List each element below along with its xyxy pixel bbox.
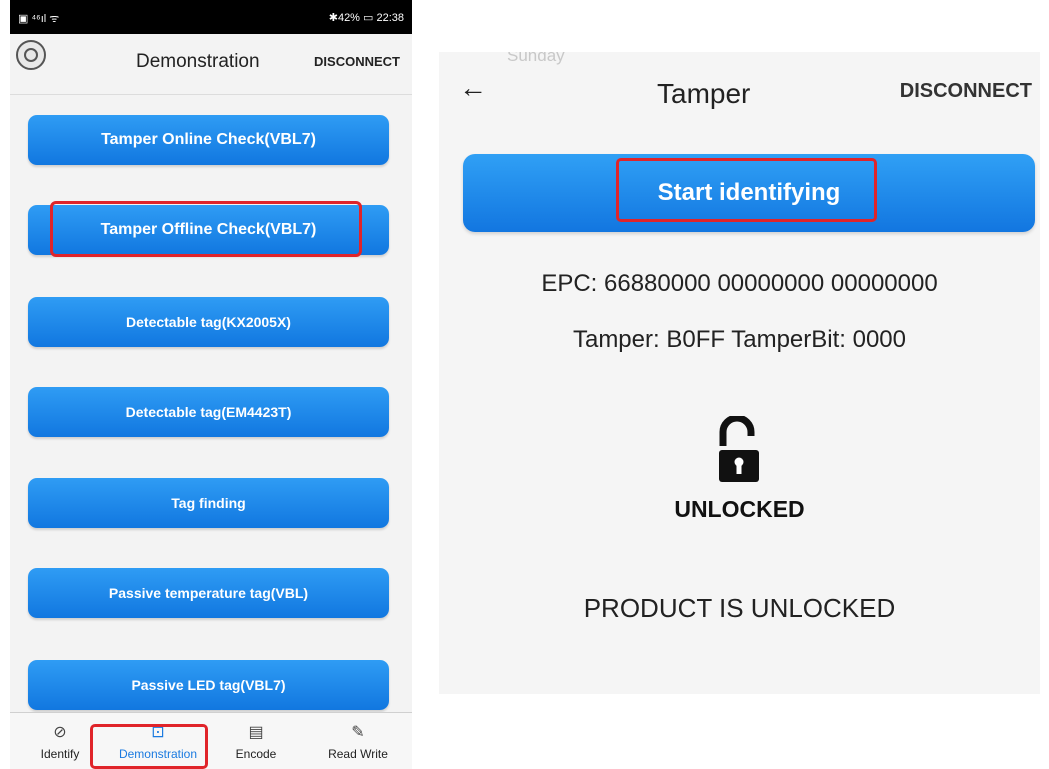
status-bar: ▣ ⁴⁶ıl ᯤ ✱42% ▭ 22:38 [10,0,412,34]
top-app-bar: Demonstration DISCONNECT [10,34,412,95]
detectable-tag-em4423t-button[interactable]: Detectable tag(EM4423T) [28,387,389,437]
tamper-online-check-button[interactable]: Tamper Online Check(VBL7) [28,115,389,165]
nav-encode-label: Encode [235,747,277,761]
passive-led-tag-button[interactable]: Passive LED tag(VBL7) [28,660,389,710]
passive-temperature-tag-button[interactable]: Passive temperature tag(VBL) [28,568,389,618]
status-bar-right: ✱42% ▭ 22:38 [328,12,404,24]
edit-icon: ✎ [351,724,365,741]
tamper-app-bar: Sunday ← Tamper DISCONNECT [439,52,1040,129]
right-phone-screen: Sunday ← Tamper DISCONNECT Start identif… [439,52,1040,694]
unlocked-padlock-icon [719,416,759,482]
nav-read-write[interactable]: ✎ Read Write [308,713,408,769]
highlight-box-demonstration-tab [90,724,208,769]
tamper-page-title: Tamper [657,78,751,109]
faded-status-text: Sunday [507,52,565,65]
disconnect-button-right[interactable]: DISCONNECT [900,80,1032,103]
app-logo-icon [16,40,46,70]
bottom-navigation: ⊘ Identify ⊡ Demonstration ▤ Encode ✎ Re… [10,712,412,769]
disconnect-button[interactable]: DISCONNECT [314,54,400,69]
encode-icon: ▤ [248,724,264,741]
detectable-tag-kx2005x-button[interactable]: Detectable tag(KX2005X) [28,297,389,347]
status-bar-left: ▣ ⁴⁶ıl ᯤ [18,13,60,25]
highlight-box-start-identifying [616,158,877,222]
product-status-text: PRODUCT IS UNLOCKED [583,593,896,623]
nav-read-write-label: Read Write [328,747,388,761]
page-title: Demonstration [136,51,260,72]
nav-encode[interactable]: ▤ Encode [206,713,306,769]
highlight-box-offline-check [50,201,362,257]
lock-state-label: UNLOCKED [674,496,805,522]
tag-finding-button[interactable]: Tag finding [28,478,389,528]
tamper-value: Tamper: B0FF TamperBit: 0000 [572,326,907,353]
left-phone-screen: ▣ ⁴⁶ıl ᯤ ✱42% ▭ 22:38 Demonstration DISC… [10,0,412,769]
back-arrow-icon[interactable]: ← [459,72,487,104]
tag-icon: ⊘ [53,724,67,741]
epc-value: EPC: 66880000 00000000 00000000 [541,270,938,297]
